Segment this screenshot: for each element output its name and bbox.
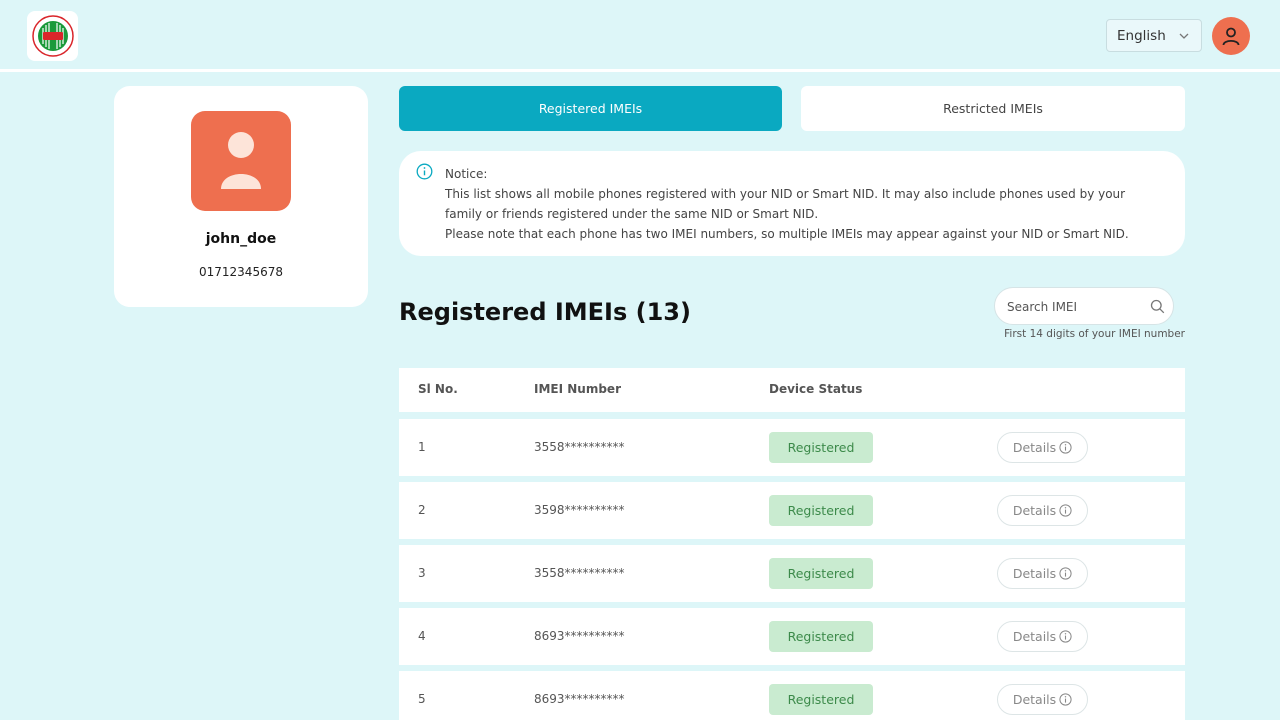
status-badge: Registered: [769, 432, 873, 463]
search-icon[interactable]: [1150, 299, 1165, 314]
info-icon: [1059, 567, 1072, 580]
status-badge: Registered: [769, 558, 873, 589]
row-imei: 3598**********: [534, 503, 625, 517]
table-row: 1 3558********** Registered Details: [399, 419, 1185, 476]
table-row: 5 8693********** Registered Details: [399, 671, 1185, 720]
details-button[interactable]: Details: [997, 621, 1088, 652]
page-title: Registered IMEIs (13): [399, 298, 691, 326]
row-imei: 3558**********: [534, 440, 625, 454]
tab-registered-imeis[interactable]: Registered IMEIs: [399, 86, 782, 131]
status-badge: Registered: [769, 684, 873, 715]
details-label: Details: [1012, 566, 1057, 581]
notice-line: This list shows all mobile phones regist…: [445, 187, 1126, 201]
row-sl: 3: [418, 566, 426, 580]
status-badge: Registered: [769, 621, 873, 652]
row-imei: 3558**********: [534, 566, 625, 580]
profile-card: john_doe 01712345678: [114, 86, 368, 307]
notice-line: family or friends registered under the s…: [445, 207, 819, 221]
search-input[interactable]: [1007, 297, 1147, 317]
row-imei: 8693**********: [534, 692, 625, 706]
details-label: Details: [1012, 692, 1057, 707]
search-box: [994, 287, 1174, 325]
column-header-imei: IMEI Number: [534, 382, 621, 396]
chevron-down-icon: [1179, 33, 1189, 39]
notice-text: Notice: This list shows all mobile phone…: [445, 164, 1175, 244]
profile-avatar: [191, 111, 291, 211]
notice-panel: Notice: This list shows all mobile phone…: [399, 151, 1185, 256]
status-badge: Registered: [769, 495, 873, 526]
info-icon: [1059, 441, 1072, 454]
language-select-value: English: [1117, 27, 1166, 44]
table-row: 2 3598********** Registered Details: [399, 482, 1185, 539]
row-imei: 8693**********: [534, 629, 625, 643]
table-row: 3 3558********** Registered Details: [399, 545, 1185, 602]
table-header: Sl No. IMEI Number Device Status: [399, 368, 1185, 412]
row-sl: 2: [418, 503, 426, 517]
user-icon: [221, 132, 261, 189]
btrc-logo-icon: [31, 15, 74, 57]
info-icon: [1059, 693, 1072, 706]
user-icon: [1222, 27, 1240, 46]
column-header-status: Device Status: [769, 382, 863, 396]
info-icon: [1059, 630, 1072, 643]
details-button[interactable]: Details: [997, 495, 1088, 526]
row-sl: 5: [418, 692, 426, 706]
info-icon: [1059, 504, 1072, 517]
account-button[interactable]: [1212, 17, 1250, 55]
search-hint: First 14 digits of your IMEI number: [1004, 328, 1185, 340]
details-label: Details: [1012, 629, 1057, 644]
details-label: Details: [1012, 440, 1057, 455]
details-button[interactable]: Details: [997, 432, 1088, 463]
profile-phone: 01712345678: [199, 265, 283, 279]
profile-username: john_doe: [205, 231, 277, 247]
notice-title: Notice:: [445, 167, 488, 181]
btrc-logo[interactable]: [27, 11, 78, 61]
details-button[interactable]: Details: [997, 558, 1088, 589]
row-sl: 1: [418, 440, 426, 454]
table-row: 4 8693********** Registered Details: [399, 608, 1185, 665]
notice-line: Please note that each phone has two IMEI…: [445, 227, 1129, 241]
details-label: Details: [1012, 503, 1057, 518]
tab-restricted-imeis[interactable]: Restricted IMEIs: [801, 86, 1185, 131]
column-header-sl: Sl No.: [418, 382, 458, 396]
details-button[interactable]: Details: [997, 684, 1088, 715]
language-select[interactable]: English: [1106, 19, 1202, 52]
info-icon: [416, 163, 433, 180]
top-header: English: [0, 0, 1280, 72]
row-sl: 4: [418, 629, 426, 643]
